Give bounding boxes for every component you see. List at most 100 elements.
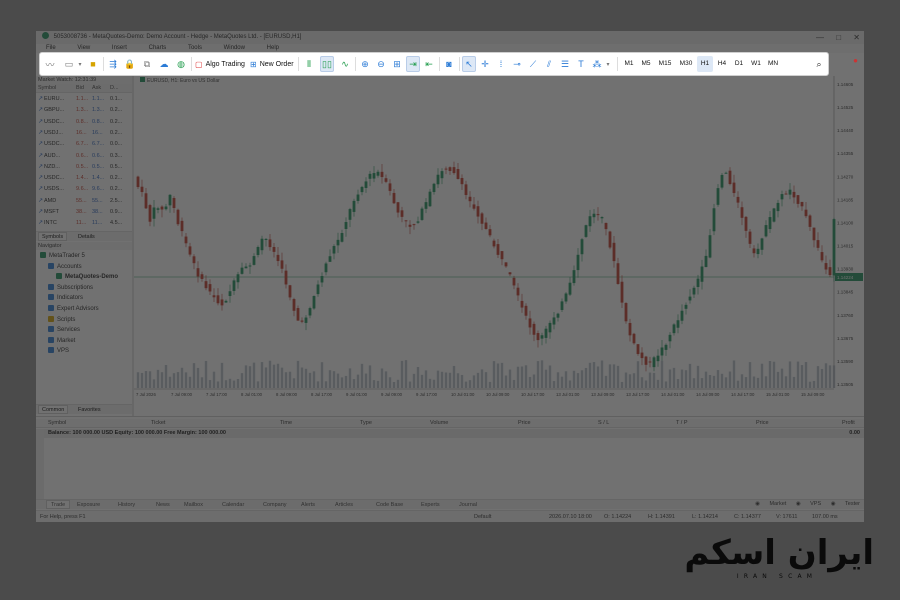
minimize-icon[interactable]: — xyxy=(816,33,824,42)
line-chart-icon[interactable]: ∿ xyxy=(338,56,352,72)
zoom-in-icon[interactable]: ⊕ xyxy=(358,56,372,72)
notification-icon[interactable]: ● xyxy=(853,56,858,65)
market-watch-row[interactable]: ↗ USDJ... 16... 16... 0.2... xyxy=(36,128,132,139)
toolbox-tab[interactable]: Calendar xyxy=(222,500,244,510)
toolbox-tab[interactable]: History xyxy=(118,500,135,510)
column-d[interactable]: D... xyxy=(110,84,119,93)
text-icon[interactable]: T xyxy=(574,56,588,72)
tf-w1[interactable]: W1 xyxy=(748,56,764,72)
tf-m15[interactable]: M15 xyxy=(655,56,675,72)
col-price[interactable]: Price xyxy=(518,419,531,428)
tab-market[interactable]: ◉ Market xyxy=(755,501,786,507)
shapes-icon[interactable]: ⁂ xyxy=(590,56,604,72)
market-watch-row[interactable]: ↗ AMD 55... 55... 2.5... xyxy=(36,196,132,207)
market-watch-row[interactable]: ↗ USDC... 1.4... 1.4... 0.2... xyxy=(36,173,132,184)
tf-h4[interactable]: H4 xyxy=(714,56,730,72)
navigator-item[interactable]: Subscriptions xyxy=(48,283,93,293)
navigator-item[interactable]: MetaTrader 5 xyxy=(40,251,85,261)
candlestick-icon[interactable]: ▯▯ xyxy=(320,56,334,72)
column-bid[interactable]: Bid xyxy=(76,84,84,93)
cursor-icon[interactable]: ↖ xyxy=(462,56,476,72)
col-tp[interactable]: T / P xyxy=(676,419,688,428)
autoscroll-icon[interactable]: ⇥ xyxy=(406,56,420,72)
price-chart[interactable]: 1.14605 1.14525 1.14440 1.14355 1.14270 1.141… xyxy=(134,76,864,416)
algo-trading-button[interactable]: ▢ Algo Trading xyxy=(195,56,245,72)
tab-tester[interactable]: ◉ Tester xyxy=(831,501,860,507)
navigator-item[interactable]: MetaQuotes-Demo xyxy=(56,272,118,282)
toolbox-tab[interactable]: News xyxy=(156,500,170,510)
navigator-item[interactable]: VPS xyxy=(48,346,69,356)
tab-symbols[interactable]: Symbols xyxy=(38,232,68,241)
navigator-item[interactable]: Services xyxy=(48,325,80,335)
tab-common[interactable]: Common xyxy=(38,405,69,414)
fibonacci-icon[interactable]: ☰ xyxy=(558,56,572,72)
toolbox-tab[interactable]: Experts xyxy=(421,500,440,510)
market-watch-row[interactable]: ↗ INTC 11... 11... 4.5... xyxy=(36,218,132,229)
toolbox-tab[interactable]: Trade xyxy=(46,500,71,509)
lock-icon[interactable]: 🔒 xyxy=(123,56,137,72)
trendline-icon[interactable]: ⟋ xyxy=(526,56,540,72)
vertical-line-icon[interactable]: ⁞ xyxy=(494,56,508,72)
bar-chart-icon[interactable]: ⫴ xyxy=(302,56,316,72)
toolbox-tab[interactable]: Alerts xyxy=(301,500,315,510)
tf-d1[interactable]: D1 xyxy=(731,56,747,72)
navigator-item[interactable]: Indicators xyxy=(48,293,83,303)
tab-vps[interactable]: ◉ VPS xyxy=(796,501,821,507)
col-price-current[interactable]: Price xyxy=(756,419,769,428)
globe-icon[interactable]: ◍ xyxy=(174,56,188,72)
zoom-out-icon[interactable]: ⊖ xyxy=(374,56,388,72)
market-watch-icon[interactable]: ⇶ xyxy=(106,56,120,72)
col-ticket[interactable]: Ticket xyxy=(151,419,165,428)
crosshair-icon[interactable]: ✛ xyxy=(478,56,492,72)
tf-m1[interactable]: M1 xyxy=(621,56,637,72)
market-watch-row[interactable]: ↗ USDS... 9.6... 9.6... 0.2... xyxy=(36,184,132,195)
column-ask[interactable]: Ask xyxy=(92,84,101,93)
tab-favorites[interactable]: Favorites xyxy=(78,405,101,415)
toolbox-tab[interactable]: Exposure xyxy=(77,500,100,510)
market-watch-row[interactable]: ↗ MSFT 38... 38... 0.9... xyxy=(36,207,132,218)
tf-h1[interactable]: H1 xyxy=(697,56,713,72)
market-watch-row[interactable]: ↗ USDC... 6.7... 6.7... 0.0... xyxy=(36,139,132,150)
screenshot-icon[interactable]: ◙ xyxy=(442,56,456,72)
toolbox-tab[interactable]: Articles xyxy=(335,500,353,510)
market-watch-row[interactable]: ↗ AUD... 0.6... 0.6... 0.3... xyxy=(36,151,132,162)
horizontal-line-icon[interactable]: ⊸ xyxy=(510,56,524,72)
navigator-item[interactable]: Expert Advisors xyxy=(48,304,99,314)
col-profit[interactable]: Profit xyxy=(842,419,855,428)
toolbox-tab[interactable]: Journal xyxy=(459,500,477,510)
maximize-icon[interactable]: □ xyxy=(836,33,841,42)
channel-icon[interactable]: ⫽ xyxy=(542,56,556,72)
market-watch-row[interactable]: ↗ GBPU... 1.3... 1.3... 0.2... xyxy=(36,105,132,116)
col-volume[interactable]: Volume xyxy=(430,419,448,428)
navigator-item[interactable]: Market xyxy=(48,336,75,346)
toolbox-tab[interactable]: Company xyxy=(263,500,287,510)
tf-m30[interactable]: M30 xyxy=(676,56,696,72)
new-order-button[interactable]: ⊞ New Order xyxy=(250,56,294,72)
market-watch-row[interactable]: ↗ NZD... 0.5... 0.5... 0.5... xyxy=(36,162,132,173)
chart-shift-icon[interactable]: ⇤ xyxy=(422,56,436,72)
candlestick-chart[interactable]: 1.14605 1.14525 1.14440 1.14355 1.14270 1.141… xyxy=(134,76,864,416)
market-watch-row[interactable]: ↗ USDC... 0.8... 0.8... 0.2... xyxy=(36,117,132,128)
chevron-down-icon[interactable]: ▾ xyxy=(76,56,84,72)
col-time[interactable]: Time xyxy=(280,419,292,428)
navigator-item[interactable]: Accounts xyxy=(48,262,82,272)
tab-details[interactable]: Details xyxy=(78,232,95,242)
signals-icon[interactable]: ⧉ xyxy=(140,56,154,72)
col-sl[interactable]: S / L xyxy=(598,419,609,428)
col-symbol[interactable]: Symbol xyxy=(48,419,66,428)
new-chart-icon[interactable]: ▭ xyxy=(62,56,76,72)
navigator-item[interactable]: Scripts xyxy=(48,315,75,325)
close-icon[interactable]: ✕ xyxy=(853,33,860,42)
col-type[interactable]: Type xyxy=(360,419,372,428)
tf-mn[interactable]: MN xyxy=(765,56,781,72)
search-icon[interactable]: ⌕ xyxy=(812,56,826,72)
grid-icon[interactable]: ⊞ xyxy=(390,56,404,72)
toolbox-tab[interactable]: Code Base xyxy=(376,500,403,510)
cloud-icon[interactable]: ☁ xyxy=(157,56,171,72)
profiles-icon[interactable]: ■ xyxy=(86,56,100,72)
shapes-chevron-down-icon[interactable]: ▾ xyxy=(604,56,612,72)
column-symbol[interactable]: Symbol xyxy=(38,84,56,93)
tf-m5[interactable]: M5 xyxy=(638,56,654,72)
market-watch-row[interactable]: ↗ EURU... 1.1... 1.1... 0.1... xyxy=(36,94,132,105)
toolbox-tab[interactable]: Mailbox xyxy=(184,500,203,510)
